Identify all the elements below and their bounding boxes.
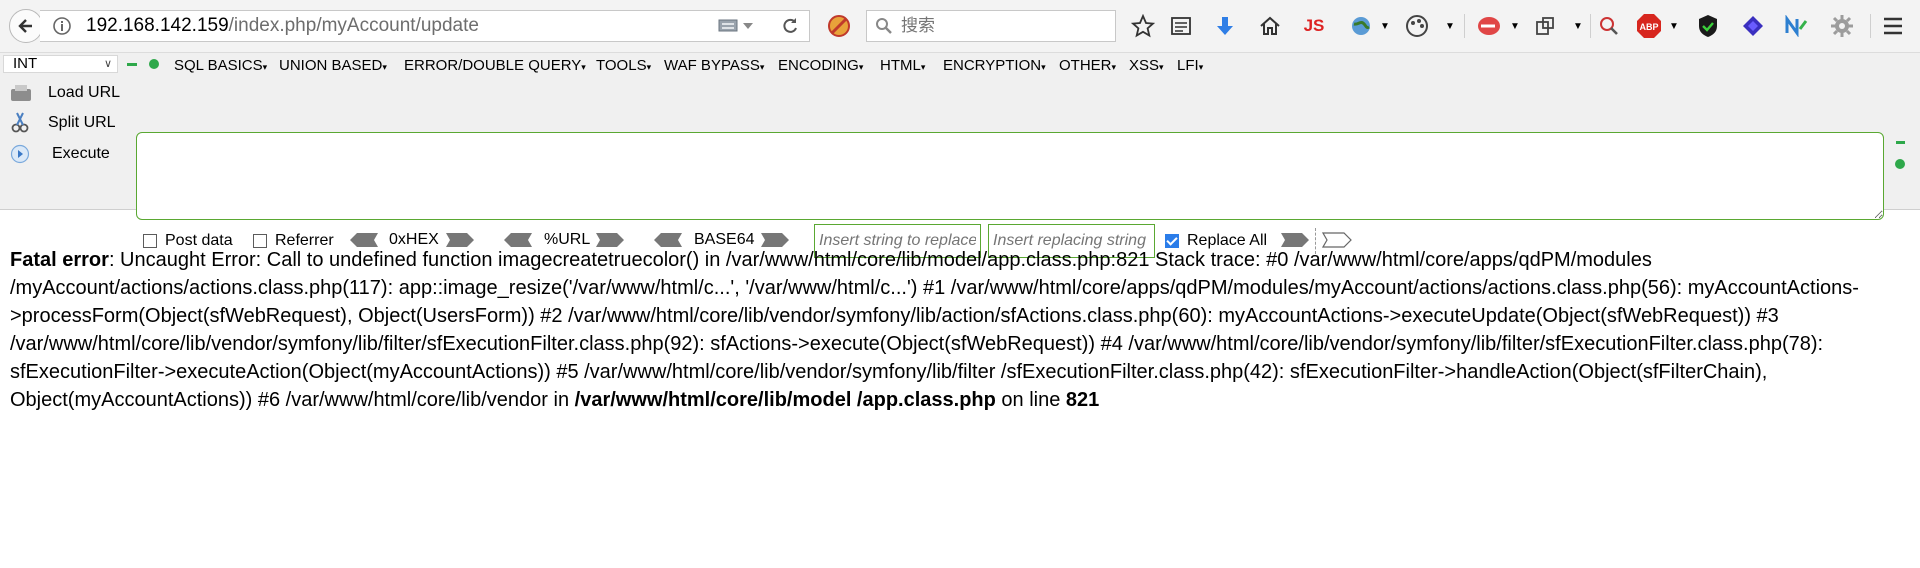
error-message: Fatal error: Uncaught Error: Call to und… [10, 246, 1910, 414]
error-text: : Uncaught Error: Call to undefined func… [10, 249, 1859, 411]
gear-icon[interactable] [1829, 13, 1855, 39]
execute-icon [10, 144, 30, 164]
menu-encoding[interactable]: ENCODING▾ [778, 57, 863, 74]
menu-lfi[interactable]: LFI▾ [1177, 57, 1203, 74]
chevron-down-icon[interactable] [742, 19, 754, 37]
shield-icon[interactable] [1695, 13, 1721, 39]
home-icon[interactable] [1257, 13, 1283, 39]
theme-icon[interactable] [1404, 13, 1430, 39]
screenshot-icon[interactable] [1532, 13, 1558, 39]
split-url-button[interactable]: Split URL [10, 111, 116, 135]
load-type-select[interactable]: INT ∨ [3, 55, 118, 73]
error-on-line: on line [995, 389, 1066, 411]
plus-icon[interactable] [149, 59, 159, 69]
chevron-down-icon[interactable]: ▼ [1437, 13, 1463, 39]
execute-button[interactable]: Execute [10, 142, 110, 166]
plus-icon[interactable] [1895, 159, 1905, 169]
url-bar[interactable]: 192.168.142.159/index.php/myAccount/upda… [40, 10, 810, 42]
bookmark-star-icon[interactable] [1130, 13, 1156, 39]
menu-union-based[interactable]: UNION BASED▾ [279, 57, 387, 74]
menu-sql-basics[interactable]: SQL BASICS▾ [174, 57, 267, 74]
menu-other[interactable]: OTHER▾ [1059, 57, 1116, 74]
load-url-button[interactable]: Load URL [10, 81, 120, 105]
search-bar[interactable] [866, 10, 1116, 42]
download-icon[interactable] [1212, 13, 1238, 39]
reading-list-icon[interactable] [1168, 13, 1194, 39]
blocked-icon[interactable] [826, 13, 852, 39]
minus-icon[interactable] [127, 63, 137, 66]
url-textarea[interactable] [136, 132, 1884, 220]
layers-icon[interactable] [1740, 13, 1766, 39]
url-text[interactable]: 192.168.142.159/index.php/myAccount/upda… [86, 15, 479, 37]
abp-label: ABP [1639, 22, 1658, 32]
error-line-number: 821 [1065, 389, 1100, 411]
search-icon [875, 17, 893, 35]
hackbar-menu: INT ∨ SQL BASICS▾ UNION BASED▾ ERROR/DOU… [0, 53, 1920, 74]
menu-tools[interactable]: TOOLS▾ [596, 57, 651, 74]
menu-xss[interactable]: XSS▾ [1129, 57, 1164, 74]
chevron-down-icon[interactable]: ▼ [1661, 13, 1687, 39]
navigation-bar: 192.168.142.159/index.php/myAccount/upda… [0, 0, 1920, 53]
load-type-value: INT [13, 55, 38, 72]
zoom-icon[interactable] [1596, 13, 1622, 39]
redirect-icon[interactable] [1476, 13, 1502, 39]
back-button[interactable] [9, 9, 43, 43]
globe-icon[interactable] [1348, 13, 1374, 39]
minus-icon[interactable] [1896, 141, 1905, 144]
menu-error-double-query[interactable]: ERROR/DOUBLE QUERY▾ [404, 57, 586, 74]
reader-view-icon[interactable] [718, 17, 740, 40]
js-icon[interactable]: JS [1301, 13, 1327, 39]
n-icon[interactable] [1783, 13, 1809, 39]
split-url-icon [11, 112, 29, 133]
menu-html[interactable]: HTML▾ [880, 57, 925, 74]
chevron-down-icon[interactable]: ▼ [1502, 13, 1528, 39]
menu-waf-bypass[interactable]: WAF BYPASS▾ [664, 57, 764, 74]
back-arrow-icon [18, 19, 32, 33]
chevron-down-icon: ∨ [103, 58, 112, 70]
chevron-down-icon[interactable]: ▼ [1565, 13, 1591, 39]
load-url-icon [11, 85, 31, 101]
chevron-down-icon[interactable]: ▼ [1372, 13, 1398, 39]
info-icon[interactable] [52, 16, 72, 41]
search-input[interactable] [899, 15, 1103, 37]
adblock-icon[interactable]: ABP [1636, 13, 1662, 39]
hackbar-panel: INT ∨ SQL BASICS▾ UNION BASED▾ ERROR/DOU… [0, 53, 1920, 258]
menu-encryption[interactable]: ENCRYPTION▾ [943, 57, 1046, 74]
error-file: /var/www/html/core/lib/model /app.class.… [574, 389, 996, 411]
menu-icon[interactable] [1880, 13, 1906, 39]
reload-icon[interactable] [780, 16, 800, 41]
error-label: Fatal error [10, 249, 109, 271]
